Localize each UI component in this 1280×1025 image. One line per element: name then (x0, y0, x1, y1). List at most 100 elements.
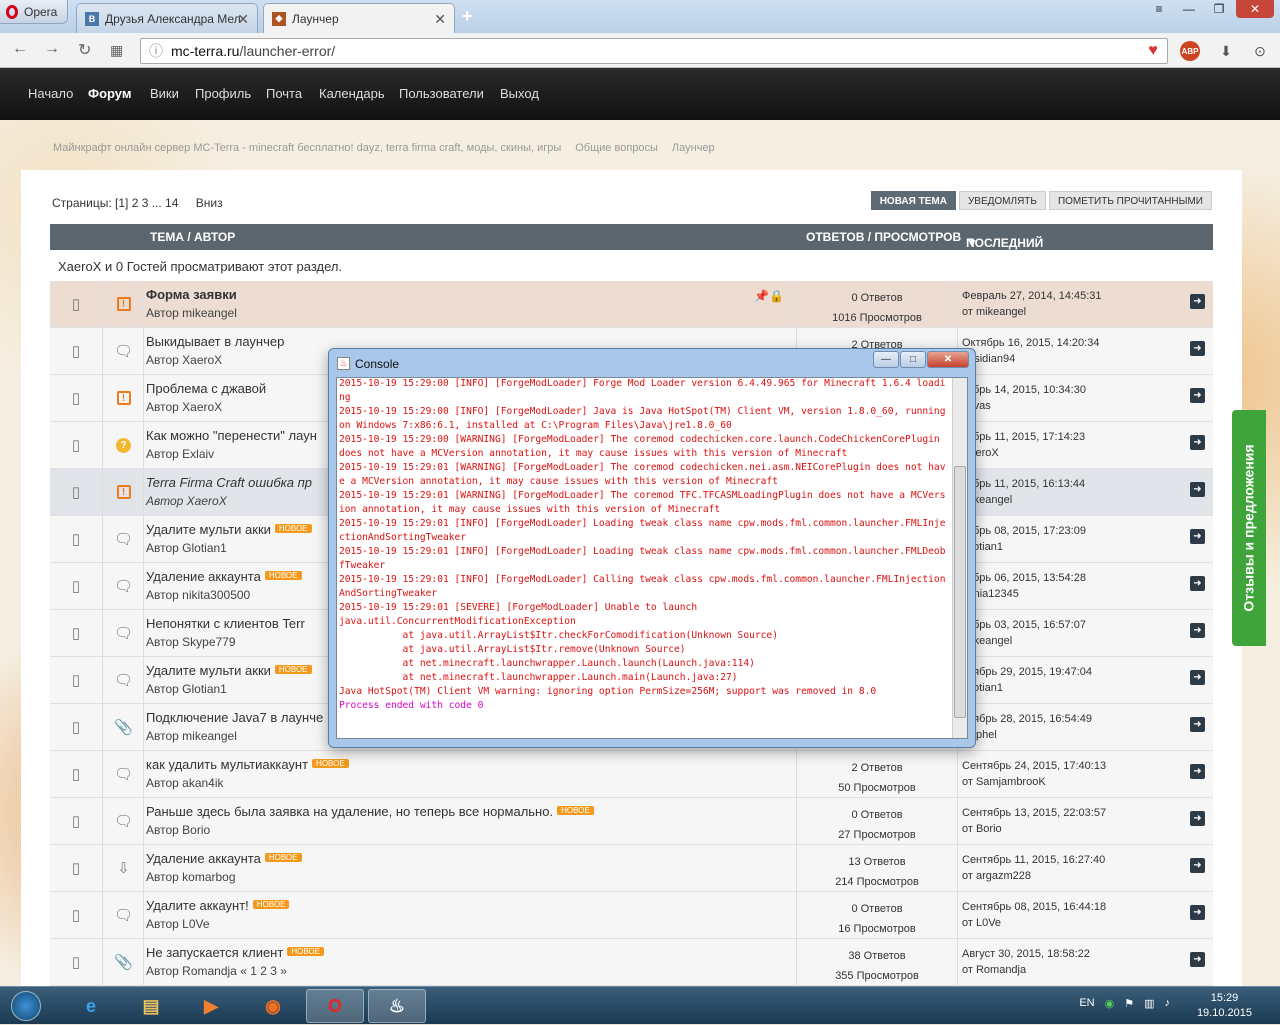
system-clock[interactable]: 15:29 19.10.2015 (1197, 991, 1252, 1021)
tab-launcher[interactable]: ◆ Лаунчер ✕ (263, 3, 455, 33)
topic-title[interactable]: Как можно "перенести" лаун (146, 428, 317, 443)
adblock-icon[interactable]: ABP (1180, 41, 1200, 61)
last-post-author[interactable]: mikeangel (962, 633, 1086, 649)
go-to-last-post-icon[interactable]: ➜ (1190, 905, 1205, 920)
topic-row[interactable]: ▯ ⇩ Удаление аккаунта НОВОЕ Автор komarbog 13… (50, 845, 1213, 892)
topic-title[interactable]: Раньше здесь была заявка на удаление, но… (146, 804, 553, 819)
last-post-author[interactable]: от Borio (962, 821, 1106, 837)
last-post-author[interactable]: Glotian1 (962, 680, 1092, 696)
scrollbar-thumb[interactable] (954, 466, 966, 718)
breadcrumb-board[interactable]: Лаунчер (672, 142, 715, 154)
new-topic-button[interactable]: НОВАЯ ТЕМА (870, 191, 956, 210)
back-icon[interactable]: ← (12, 40, 28, 58)
topic-title[interactable]: Удаление аккаунта (146, 851, 261, 866)
topic-title[interactable]: Не запускается клиент (146, 945, 283, 960)
language-indicator[interactable]: EN (1079, 997, 1094, 1010)
console-close-icon[interactable]: ✕ (927, 351, 969, 368)
go-to-last-post-icon[interactable]: ➜ (1190, 858, 1205, 873)
topic-row[interactable]: ▯! Форма заявки Автор mikeangel 📌🔒 0 Ответов… (50, 281, 1213, 328)
nav-forum[interactable]: Форум (88, 86, 131, 101)
last-post-author[interactable]: Glotian1 (962, 539, 1086, 555)
topic-title[interactable]: Удалите мульти акки (146, 663, 271, 678)
console-maximize-icon[interactable]: □ (900, 351, 926, 368)
go-to-last-post-icon[interactable]: ➜ (1190, 952, 1205, 967)
bookmark-heart-icon[interactable]: ♥ (1143, 41, 1163, 61)
network-icon[interactable]: ▥ (1144, 997, 1154, 1010)
scroll-down-link[interactable]: Вниз (196, 196, 223, 210)
go-to-last-post-icon[interactable]: ➜ (1190, 670, 1205, 685)
speed-dial-icon[interactable]: ▦ (110, 42, 123, 59)
url-field[interactable]: ⓘ mc-terra.ru/launcher-error/ (140, 38, 1168, 64)
forward-icon[interactable]: → (44, 40, 60, 58)
header-stats[interactable]: ОТВЕТОВ / ПРОСМОТРОВ (806, 230, 961, 244)
reload-icon[interactable]: ↻ (78, 40, 91, 60)
last-post-author[interactable]: от argazm228 (962, 868, 1105, 884)
explorer-taskbar-icon[interactable]: ▤ (122, 989, 180, 1023)
maximize-icon[interactable]: ❐ (1206, 0, 1232, 18)
topic-title[interactable]: Удалите мульти акки (146, 522, 271, 537)
go-to-last-post-icon[interactable]: ➜ (1190, 623, 1205, 638)
close-tab-icon[interactable]: ✕ (434, 11, 446, 28)
firefox-taskbar-icon[interactable]: ◉ (244, 989, 302, 1023)
last-post-author[interactable]: vavas (962, 398, 1086, 414)
nav-users[interactable]: Пользователи (399, 86, 484, 101)
last-post-author[interactable]: obsidian94 (962, 351, 1099, 367)
go-to-last-post-icon[interactable]: ➜ (1190, 341, 1205, 356)
last-post-author[interactable]: mikeangel (962, 492, 1085, 508)
topic-title[interactable]: Удалите аккаунт! (146, 898, 249, 913)
topic-title[interactable]: Удаление аккаунта (146, 569, 261, 584)
volume-icon[interactable]: ♪ (1165, 997, 1171, 1010)
site-info-icon[interactable]: ⓘ (149, 41, 163, 61)
topic-title[interactable]: Подключение Java7 в лаунче (146, 710, 323, 725)
go-to-last-post-icon[interactable]: ➜ (1190, 388, 1205, 403)
topic-title[interactable]: как удалить мультиаккаунт (146, 757, 308, 772)
topic-title[interactable]: Проблема с джавой (146, 381, 266, 396)
last-post-author[interactable]: sania12345 (962, 586, 1086, 602)
go-to-last-post-icon[interactable]: ➜ (1190, 529, 1205, 544)
nav-calendar[interactable]: Календарь (319, 86, 385, 101)
go-to-last-post-icon[interactable]: ➜ (1190, 435, 1205, 450)
go-to-last-post-icon[interactable]: ➜ (1190, 811, 1205, 826)
feedback-tab[interactable]: Отзывы и предложения (1232, 410, 1266, 646)
last-post-author[interactable]: от L0Ve (962, 915, 1106, 931)
download-icon[interactable]: ⬇ (1216, 41, 1236, 61)
last-post-author[interactable]: от mikeangel (962, 304, 1102, 320)
last-post-author[interactable]: от Romandja (962, 962, 1090, 978)
notify-button[interactable]: УВЕДОМЛЯТЬ (958, 191, 1046, 210)
nav-mail[interactable]: Почта (266, 86, 302, 101)
tabs-menu-icon[interactable]: ≡ (1146, 0, 1172, 18)
breadcrumb-home[interactable]: Майнкрафт онлайн сервер MC-Terra - minec… (53, 142, 561, 154)
console-scrollbar[interactable] (952, 378, 967, 738)
go-to-last-post-icon[interactable]: ➜ (1190, 294, 1205, 309)
console-output[interactable]: 2015-10-19 15:29:00 [INFO] [ForgeModLoad… (336, 377, 968, 739)
topic-title[interactable]: Выкидывает в лаунчер (146, 334, 284, 349)
start-button[interactable] (4, 987, 48, 1025)
new-tab-icon[interactable]: + (462, 6, 473, 27)
mark-read-button[interactable]: ПОМЕТИТЬ ПРОЧИТАННЫМИ (1048, 191, 1212, 210)
go-to-last-post-icon[interactable]: ➜ (1190, 717, 1205, 732)
topic-title[interactable]: Форма заявки (146, 287, 237, 302)
breadcrumb-section[interactable]: Общие вопросы (575, 142, 658, 154)
topic-row[interactable]: ▯ 📎 Не запускается клиент НОВОЕ Автор Romand… (50, 939, 1213, 986)
page-links[interactable]: 2 3 ... 14 (132, 196, 179, 210)
minimize-icon[interactable]: — (1176, 0, 1202, 18)
tray-green-icon[interactable]: ◉ (1105, 997, 1115, 1010)
media-player-taskbar-icon[interactable]: ▶ (182, 989, 240, 1023)
topic-title[interactable]: Непонятки с клиентов Terr (146, 616, 305, 631)
close-tab-icon[interactable]: ✕ (237, 11, 249, 28)
go-to-last-post-icon[interactable]: ➜ (1190, 764, 1205, 779)
go-to-last-post-icon[interactable]: ➜ (1190, 482, 1205, 497)
topic-title[interactable]: Terra Firma Craft ошибка пр (146, 475, 312, 490)
ie-taskbar-icon[interactable]: e (62, 989, 120, 1023)
topic-row[interactable]: ▯ 🗨 Удалите аккаунт! НОВОЕ Автор L0Ve 0 Ответ… (50, 892, 1213, 939)
nav-logout[interactable]: Выход (500, 86, 539, 101)
nav-wiki[interactable]: Вики (150, 86, 179, 101)
nav-profile[interactable]: Профиль (195, 86, 251, 101)
go-to-last-post-icon[interactable]: ➜ (1190, 576, 1205, 591)
opera-taskbar-icon[interactable]: O (306, 989, 364, 1023)
opera-menu-button[interactable]: Opera (0, 0, 68, 24)
last-post-author[interactable]: Caphel (962, 727, 1092, 743)
tray-flag-icon[interactable]: ⚑ (1124, 997, 1134, 1010)
tab-vk-friends[interactable]: В Друзья Александра Мел ✕ (76, 3, 258, 33)
opera-extensions-icon[interactable]: ⊙ (1250, 41, 1270, 61)
